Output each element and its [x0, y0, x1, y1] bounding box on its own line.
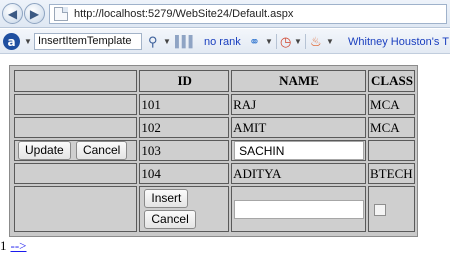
cell-id: 101	[139, 94, 230, 115]
alarm-icon[interactable]: ◷	[280, 29, 291, 54]
update-button[interactable]: Update	[18, 141, 71, 160]
cell-actions	[14, 117, 138, 138]
address-text[interactable]: http://localhost:5279/WebSite24/Default.…	[74, 8, 293, 20]
cell-id: 104	[139, 163, 230, 184]
insert-row: Insert Cancel	[14, 186, 415, 232]
cell-name: RAJ	[231, 94, 367, 115]
insert-checkbox[interactable]	[374, 204, 387, 217]
ask-logo-icon[interactable]: a	[3, 33, 20, 50]
browser-nav-bar: ◀ ▶ http://localhost:5279/WebSite24/Defa…	[0, 0, 450, 28]
page-number: 1	[0, 238, 7, 253]
cell-class	[368, 186, 415, 232]
insert-button[interactable]: Insert	[144, 189, 189, 208]
search-toolbar: a ▼ InsertItemTemplate ⚲ ▼ ▌▌▌ no rank ⚭…	[0, 29, 450, 54]
cell-name: ADITYA	[231, 163, 367, 184]
link-dropdown-icon[interactable]: ▼	[265, 29, 273, 54]
name-edit-input[interactable]	[234, 141, 365, 160]
cell-id: 103	[139, 140, 230, 161]
cell-class: MCA	[368, 94, 415, 115]
pager: 1 -->	[0, 238, 27, 254]
header-name: NAME	[231, 70, 367, 92]
page-icon	[54, 7, 68, 21]
toolbar-link[interactable]: Whitney Houston's T	[348, 29, 449, 54]
link-icon[interactable]: ⚭	[249, 29, 260, 54]
back-arrow-icon[interactable]: ◀	[2, 3, 23, 24]
header-class: CLASS	[368, 70, 415, 92]
data-grid: ID NAME CLASS 101 RAJ MCA 102 AMIT MCA U…	[12, 68, 417, 234]
cancel-edit-button[interactable]: Cancel	[75, 141, 128, 160]
cell-name	[231, 186, 367, 232]
cell-insert-buttons: Insert Cancel	[139, 186, 230, 232]
cell-actions	[14, 186, 138, 232]
cell-id: 102	[139, 117, 230, 138]
cell-class	[368, 140, 415, 161]
forward-arrow-icon[interactable]: ▶	[24, 3, 45, 24]
search-dropdown-icon[interactable]: ▼	[163, 29, 171, 54]
cell-actions	[14, 94, 138, 115]
cell-name: AMIT	[231, 117, 367, 138]
flame-dropdown-icon[interactable]: ▼	[326, 29, 334, 54]
search-icon[interactable]: ⚲	[148, 29, 158, 54]
table-row: 104 ADITYA BTECH	[14, 163, 415, 184]
alarm-dropdown-icon[interactable]: ▼	[294, 29, 302, 54]
edit-row: Update Cancel 103	[14, 140, 415, 161]
cell-class: BTECH	[368, 163, 415, 184]
header-id: ID	[139, 70, 230, 92]
header-row: ID NAME CLASS	[14, 70, 415, 92]
cell-actions: Update Cancel	[14, 140, 138, 161]
table-row: 101 RAJ MCA	[14, 94, 415, 115]
toolbar-search-input[interactable]: InsertItemTemplate	[34, 33, 142, 50]
cell-actions	[14, 163, 138, 184]
address-bar[interactable]: http://localhost:5279/WebSite24/Default.…	[49, 4, 447, 24]
name-insert-input[interactable]	[234, 199, 365, 219]
listview-container: ID NAME CLASS 101 RAJ MCA 102 AMIT MCA U…	[9, 65, 418, 237]
flame-icon[interactable]: ♨	[310, 29, 322, 54]
rank-label[interactable]: no rank	[204, 29, 241, 54]
header-actions	[14, 70, 138, 92]
next-page-link[interactable]: -->	[11, 238, 27, 253]
cancel-insert-button[interactable]: Cancel	[144, 210, 196, 229]
table-row: 102 AMIT MCA	[14, 117, 415, 138]
cell-class: MCA	[368, 117, 415, 138]
rank-bar-icon: ▌▌▌	[175, 35, 196, 48]
cell-name	[231, 140, 367, 161]
logo-dropdown-icon[interactable]: ▼	[24, 29, 32, 54]
